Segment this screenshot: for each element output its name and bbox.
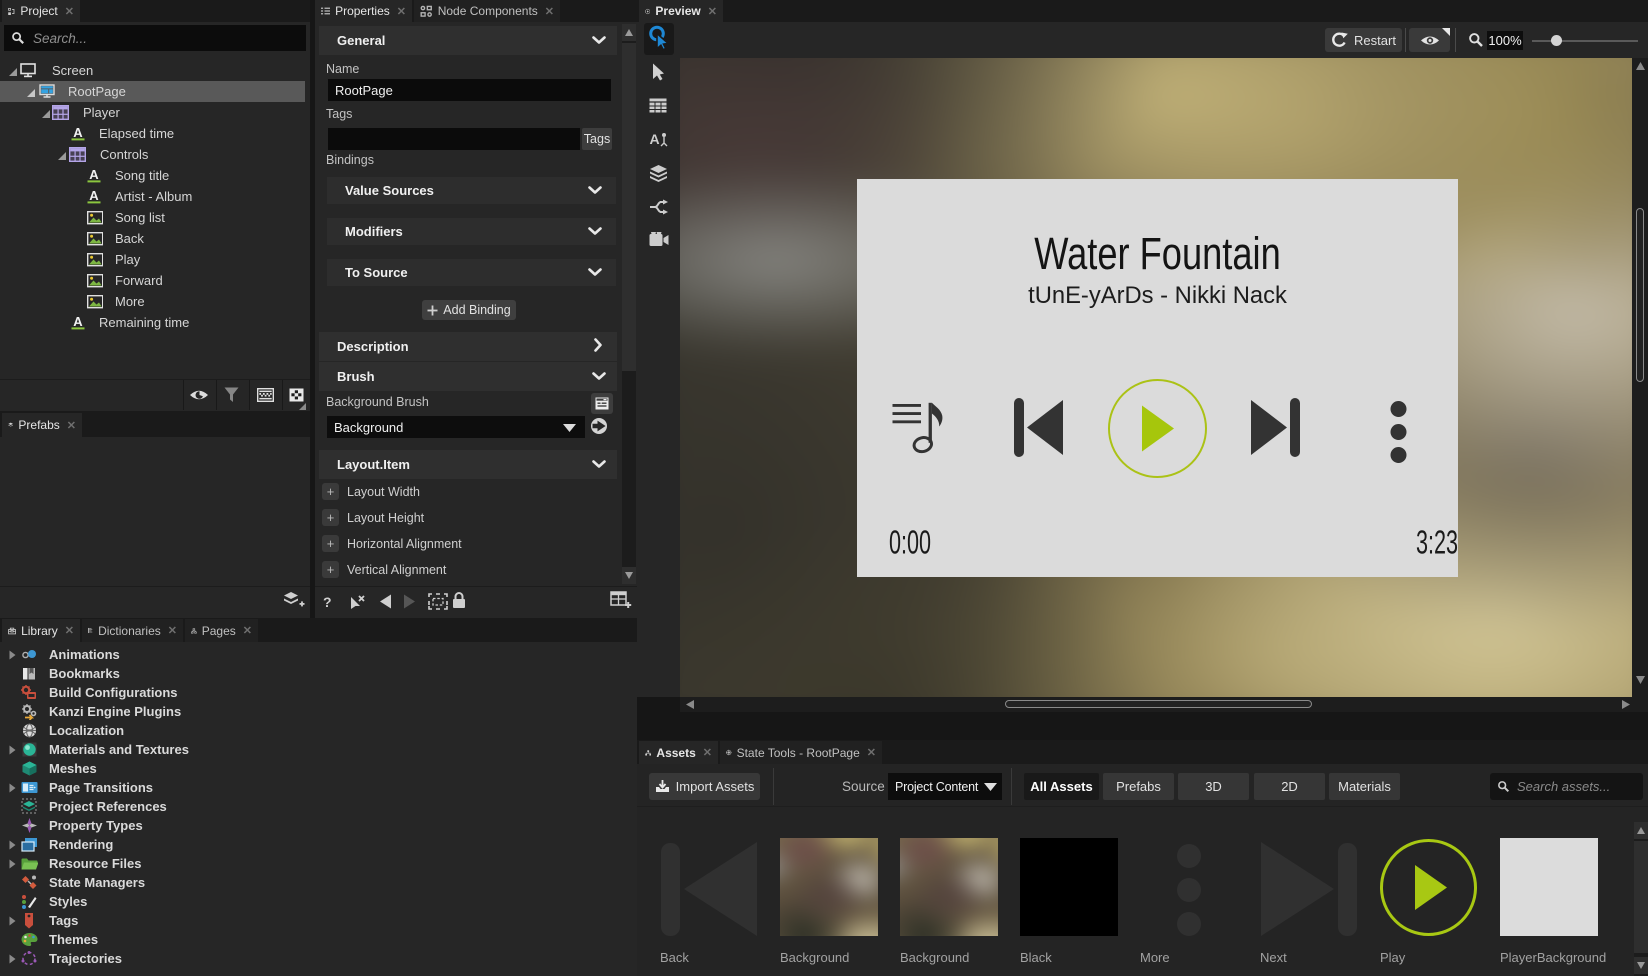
svg-text:A: A	[649, 131, 659, 147]
